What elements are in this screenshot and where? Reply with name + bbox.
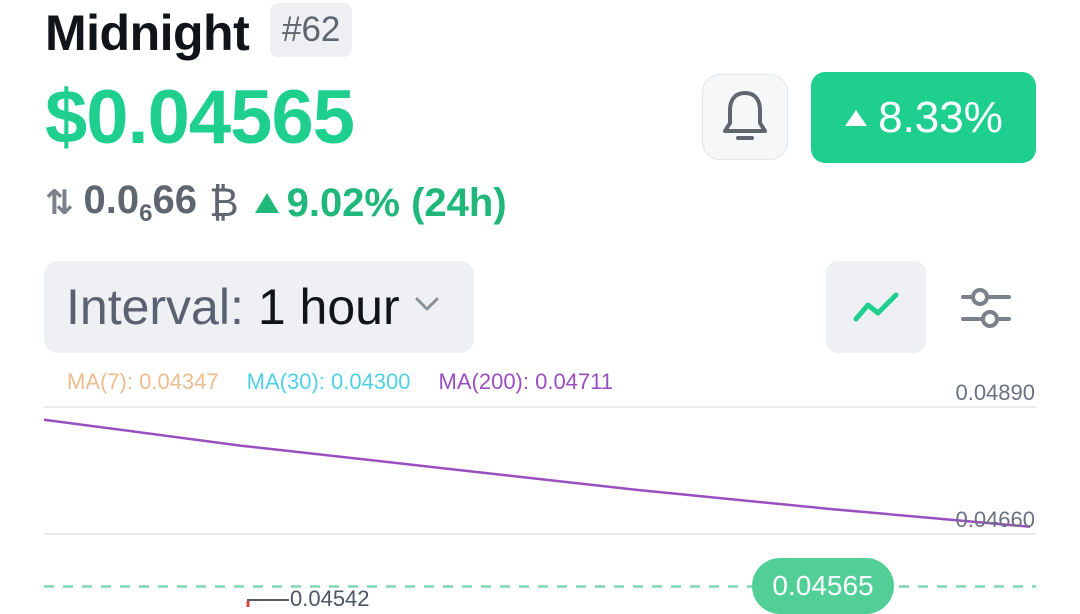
- interval-selector[interactable]: Interval: 1 hour: [44, 261, 474, 353]
- price-subline: ⇅ 0.0666 ₿ 9.02% (24h): [45, 178, 507, 228]
- alert-button[interactable]: [702, 74, 788, 160]
- bell-icon: [723, 91, 767, 140]
- chevron-down-icon: [415, 297, 439, 311]
- y-tick-mid: 0.04660: [955, 507, 1035, 532]
- swap-vertical-icon[interactable]: ⇅: [45, 183, 74, 223]
- low-price-label: 0.04542: [290, 586, 370, 611]
- line-chart-icon: [853, 292, 899, 322]
- interval-value: 1 hour: [257, 279, 400, 335]
- current-price-tag[interactable]: 0.04565: [752, 558, 894, 614]
- triangle-up-icon: [254, 193, 279, 213]
- coin-title: Midnight: [45, 5, 250, 61]
- chart-type-button[interactable]: [826, 261, 926, 353]
- sliders-icon: [961, 288, 1011, 328]
- price-chart: [43, 406, 1036, 607]
- change-24h: 9.02% (24h): [253, 181, 507, 226]
- rank-badge: #62: [270, 3, 353, 57]
- triangle-up-icon: [845, 109, 868, 126]
- interval-label: Interval:: [66, 279, 244, 335]
- price-value: $0.04565: [45, 75, 355, 160]
- btc-symbol: ₿: [208, 180, 239, 225]
- chart-settings-button[interactable]: [958, 283, 1014, 333]
- btc-price: 0.0666: [83, 178, 197, 227]
- series-line-ma200: [43, 418, 1031, 529]
- change-badge[interactable]: 8.33%: [811, 72, 1036, 163]
- low-price-marker: [247, 599, 289, 607]
- y-tick-top: 0.04890: [955, 380, 1035, 405]
